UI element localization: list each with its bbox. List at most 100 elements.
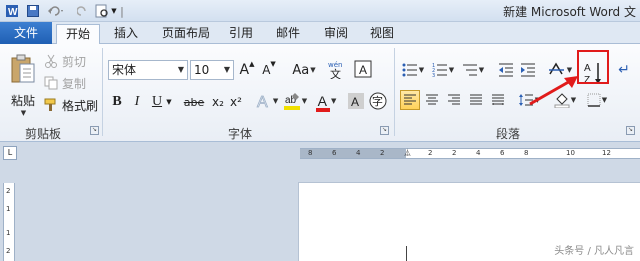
- ruler-tick: 10: [566, 149, 575, 157]
- ruler-tick: 2: [380, 149, 385, 157]
- character-border-icon: A: [354, 60, 372, 78]
- save-icon[interactable]: [26, 3, 40, 19]
- tab-file[interactable]: 文件: [0, 22, 52, 44]
- annotation-arrow-icon: [529, 76, 578, 106]
- tab-references[interactable]: 引用: [224, 24, 258, 44]
- tab-mailings[interactable]: 邮件: [270, 24, 306, 44]
- font-launcher-icon[interactable]: ↘: [380, 126, 389, 135]
- ruler-tick: 2: [428, 149, 433, 157]
- ruler-tick: 8: [308, 149, 313, 157]
- tab-stop-selector[interactable]: L: [3, 146, 17, 160]
- bold-button[interactable]: B: [110, 92, 124, 112]
- shrink-font-icon: A: [262, 63, 271, 77]
- ruler-tick: 2: [6, 247, 11, 255]
- ruler-indent-marker[interactable]: ⏅: [404, 149, 411, 158]
- svg-text:字: 字: [372, 94, 383, 108]
- chevron-down-icon: ▼: [20, 108, 27, 117]
- tab-review[interactable]: 审阅: [318, 24, 354, 44]
- highlighter-icon: ab: [283, 91, 301, 111]
- svg-text:A: A: [359, 63, 367, 77]
- tab-page-layout[interactable]: 页面布局: [156, 24, 216, 44]
- enclose-characters-button[interactable]: 字: [368, 90, 388, 112]
- paste-button[interactable]: 粘贴 ▼: [6, 50, 40, 120]
- chevron-down-icon[interactable]: ▼: [165, 92, 173, 112]
- underline-button[interactable]: U: [150, 92, 164, 112]
- vertical-ruler[interactable]: 2 1 1 2: [3, 183, 15, 261]
- character-shading-icon: A: [348, 92, 364, 110]
- borders-button[interactable]: ▼: [584, 90, 610, 110]
- ruler-tick: 8: [524, 149, 529, 157]
- enclose-characters-icon: 字: [369, 92, 387, 110]
- font-size-value: 10: [194, 63, 210, 77]
- cut-button[interactable]: 剪切: [44, 52, 86, 70]
- horizontal-ruler[interactable]: 8 6 4 2 ⏅ 2 2 4 6 8 10 12: [300, 148, 640, 159]
- subscript-button[interactable]: x₂: [210, 92, 226, 112]
- border-icon: [587, 93, 601, 107]
- font-name-combo[interactable]: 宋体 ▼: [108, 60, 188, 80]
- group-divider: [102, 48, 103, 136]
- text-cursor: [406, 246, 407, 261]
- font-color-letter: A: [317, 93, 327, 109]
- tab-insert[interactable]: 插入: [108, 24, 144, 44]
- grow-font-button[interactable]: A ▲: [238, 60, 256, 80]
- text-effect-button[interactable]: A ▼: [256, 90, 278, 112]
- ruler-tick: 2: [452, 149, 457, 157]
- ruler-tick: 12: [602, 149, 611, 157]
- ruler-tick: 6: [332, 149, 337, 157]
- font-size-combo[interactable]: 10 ▼: [190, 60, 234, 80]
- highlight-button[interactable]: ab ▼: [282, 90, 308, 112]
- align-right-button[interactable]: [444, 90, 464, 110]
- decrease-indent-button[interactable]: [496, 60, 516, 80]
- tab-view[interactable]: 视图: [364, 24, 400, 44]
- superscript-button[interactable]: x²: [228, 92, 244, 112]
- align-right-icon: [447, 94, 461, 106]
- character-border-button[interactable]: A: [352, 58, 374, 80]
- clipboard-icon: [10, 54, 36, 84]
- window-title: 新建 Microsoft Word 文: [503, 5, 636, 19]
- copy-label: 复制: [62, 76, 87, 91]
- svg-text:W: W: [8, 7, 18, 18]
- numbering-button[interactable]: 123 ▼: [430, 60, 456, 80]
- distributed-button[interactable]: [488, 90, 508, 110]
- ruler-margin: [300, 149, 406, 158]
- redo-icon[interactable]: [76, 3, 90, 19]
- chevron-down-icon[interactable]: ▼: [175, 61, 187, 79]
- bullets-button[interactable]: ▼: [400, 60, 426, 80]
- align-center-icon: [425, 94, 439, 106]
- ruler-tick: 4: [356, 149, 361, 157]
- format-painter-label: 格式刷: [62, 98, 99, 113]
- character-shading-button[interactable]: A: [346, 90, 366, 112]
- font-group-label: 字体: [228, 127, 253, 141]
- paragraph-launcher-icon[interactable]: ↘: [626, 126, 635, 135]
- multilevel-list-button[interactable]: ▼: [460, 60, 486, 80]
- ruler-tick: 1: [6, 229, 11, 237]
- format-painter-icon: [44, 98, 58, 112]
- tab-home[interactable]: 开始: [56, 24, 100, 45]
- change-case-icon: Aa: [292, 62, 310, 78]
- align-left-icon: [403, 94, 417, 106]
- ruler-tick: 4: [476, 149, 481, 157]
- shrink-font-button[interactable]: A ▼: [260, 60, 278, 80]
- show-formatting-marks-button[interactable]: ↵: [614, 60, 634, 80]
- align-center-button[interactable]: [422, 90, 442, 110]
- undo-icon[interactable]: [46, 3, 66, 19]
- copy-button[interactable]: 复制: [44, 74, 86, 92]
- print-preview-icon[interactable]: [94, 3, 110, 19]
- change-case-button[interactable]: Aa ▼: [290, 60, 318, 80]
- copy-icon: [44, 76, 58, 90]
- align-left-button[interactable]: [400, 90, 420, 110]
- justify-button[interactable]: [466, 90, 486, 110]
- font-color-button[interactable]: A ▼: [314, 90, 340, 112]
- strikethrough-button[interactable]: abe: [182, 92, 206, 112]
- ruler-tick: 1: [6, 205, 11, 213]
- ruler-tick: 6: [500, 149, 505, 157]
- clipboard-launcher-icon[interactable]: ↘: [90, 126, 99, 135]
- justify-icon: [469, 94, 483, 106]
- phonetic-guide-button[interactable]: wén 文: [326, 58, 348, 80]
- chevron-down-icon[interactable]: ▼: [110, 3, 118, 19]
- format-painter-button[interactable]: 格式刷: [44, 96, 98, 114]
- italic-button[interactable]: I: [130, 92, 144, 112]
- chevron-down-icon[interactable]: ▼: [221, 61, 233, 79]
- svg-text:A: A: [257, 94, 268, 110]
- pilcrow-icon: ↵: [618, 62, 630, 78]
